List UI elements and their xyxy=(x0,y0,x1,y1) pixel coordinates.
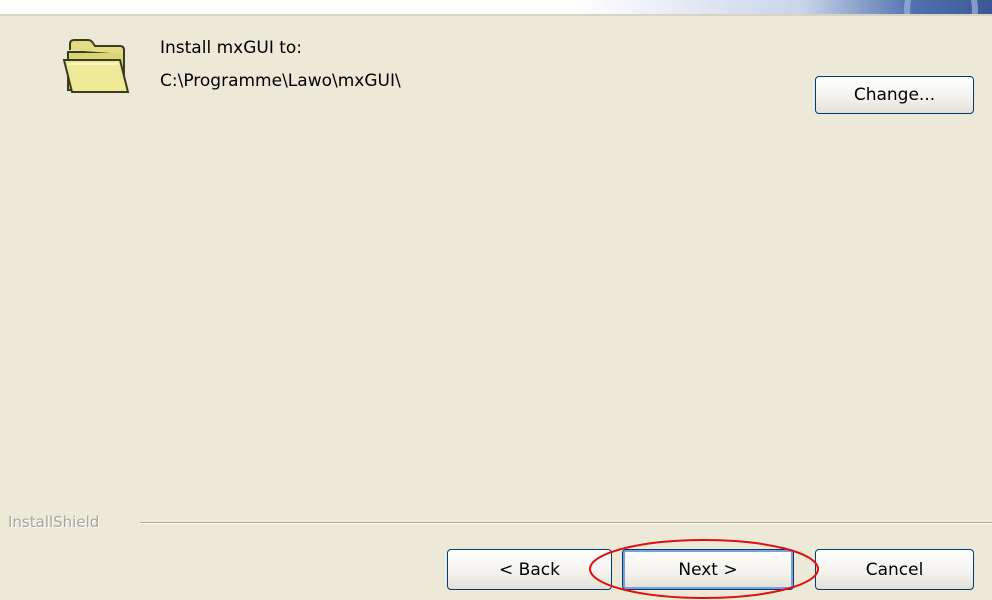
header-banner xyxy=(0,0,992,16)
footer-separator xyxy=(140,522,992,524)
installshield-brand: InstallShield xyxy=(8,513,100,531)
install-path-value: C:\Programme\Lawo\mxGUI\ xyxy=(160,71,401,91)
next-button[interactable]: Next > xyxy=(622,549,794,590)
cancel-button[interactable]: Cancel xyxy=(815,549,974,590)
banner-ring-graphic xyxy=(904,0,978,14)
change-button[interactable]: Change... xyxy=(815,76,974,114)
back-button[interactable]: < Back xyxy=(447,549,612,590)
install-location-label: Install mxGUI to: xyxy=(160,38,303,58)
folder-icon xyxy=(62,39,130,93)
